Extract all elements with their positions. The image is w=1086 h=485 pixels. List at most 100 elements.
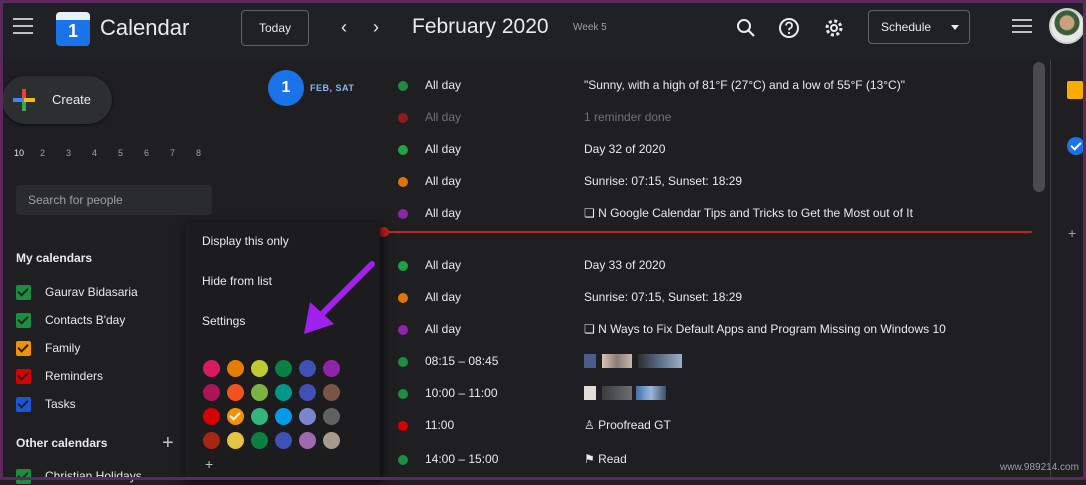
color-swatch[interactable] (251, 408, 268, 425)
event-row[interactable]: All day "Sunny, with a high of 81°F (27°… (396, 76, 1036, 96)
menu-item-hide-from-list[interactable]: Hide from list (202, 274, 272, 288)
mini-day[interactable]: 10 (14, 148, 40, 158)
color-swatch[interactable] (275, 360, 292, 377)
view-select[interactable]: Schedule (868, 10, 970, 44)
color-swatch[interactable] (227, 408, 244, 425)
event-row[interactable]: 10:00 – 11:00 (396, 384, 1036, 404)
apps-icon[interactable] (1012, 19, 1032, 35)
color-swatch[interactable] (275, 384, 292, 401)
chevron-right-icon[interactable]: › (367, 17, 385, 37)
event-row[interactable]: All day ❏ N Ways to Fix Default Apps and… (396, 320, 1036, 340)
hamburger-menu-icon[interactable] (13, 18, 33, 34)
color-swatch[interactable] (299, 384, 316, 401)
color-swatch[interactable] (323, 360, 340, 377)
checkbox[interactable] (16, 468, 31, 484)
checkbox[interactable] (16, 368, 31, 384)
get-addons-plus-icon[interactable]: + (1068, 225, 1076, 241)
mini-day[interactable]: 2 (40, 148, 66, 158)
color-swatch[interactable] (203, 408, 220, 425)
mini-day[interactable]: 6 (144, 148, 170, 158)
event-time: All day (425, 174, 462, 188)
calendar-logo-icon[interactable]: 1 (56, 12, 90, 46)
checkbox[interactable] (16, 312, 31, 328)
color-swatch[interactable] (323, 408, 340, 425)
checkbox[interactable] (16, 396, 31, 412)
other-calendars-title[interactable]: Other calendars (16, 436, 107, 450)
color-swatch[interactable] (323, 384, 340, 401)
menu-item-settings[interactable]: Settings (202, 314, 245, 328)
help-icon[interactable] (778, 17, 800, 39)
color-swatch[interactable] (227, 384, 244, 401)
color-swatch[interactable] (275, 432, 292, 449)
day-number[interactable]: 1 (268, 70, 304, 106)
event-row[interactable]: All day Sunrise: 07:15, Sunset: 18:29 (396, 288, 1036, 308)
color-swatch[interactable] (227, 432, 244, 449)
color-swatch[interactable] (299, 360, 316, 377)
color-swatch[interactable] (251, 360, 268, 377)
mini-day[interactable]: 3 (66, 148, 92, 158)
keep-icon[interactable] (1067, 81, 1083, 99)
event-row[interactable]: 14:00 – 15:00 ⚑ Read (396, 450, 1036, 470)
today-button[interactable]: Today (241, 10, 309, 46)
color-swatch[interactable] (251, 384, 268, 401)
color-swatch[interactable] (203, 384, 220, 401)
chevron-left-icon[interactable]: ‹ (335, 17, 353, 37)
search-icon[interactable] (735, 17, 757, 39)
create-button[interactable]: Create (2, 76, 112, 124)
calendar-item[interactable]: Christian Holidays (16, 467, 142, 485)
color-swatch[interactable] (299, 408, 316, 425)
event-row[interactable]: All day 1 reminder done (396, 108, 1036, 128)
checkbox[interactable] (16, 340, 31, 356)
tasks-icon[interactable] (1067, 137, 1085, 155)
color-swatch[interactable] (227, 360, 244, 377)
event-title: Sunrise: 07:15, Sunset: 18:29 (584, 290, 743, 304)
checkbox[interactable] (16, 284, 31, 300)
event-title: ⚑ Read (584, 452, 627, 466)
day-label[interactable]: FEB, SAT (310, 83, 354, 93)
event-color-dot (398, 145, 408, 155)
my-calendars-title[interactable]: My calendars (16, 251, 92, 265)
event-color-dot (398, 293, 408, 303)
event-time: All day (425, 78, 462, 92)
add-calendar-plus-icon[interactable]: + (162, 432, 174, 455)
redacted-block (584, 386, 596, 400)
avatar[interactable] (1049, 8, 1085, 44)
scrollbar[interactable] (1033, 62, 1045, 192)
event-row[interactable]: All day Day 33 of 2020 (396, 256, 1036, 276)
color-swatch[interactable] (299, 432, 316, 449)
top-app-bar: 1 Calendar Today ‹ › February 2020 Week … (0, 0, 1086, 60)
color-swatch[interactable] (251, 432, 268, 449)
event-title: ❏ N Google Calendar Tips and Tricks to G… (584, 206, 913, 220)
event-color-dot (398, 421, 408, 431)
calendar-item[interactable]: Gaurav Bidasaria (16, 283, 138, 301)
mini-day[interactable]: 8 (196, 148, 222, 158)
color-swatch[interactable] (203, 360, 220, 377)
event-row[interactable]: 08:15 – 08:45 (396, 352, 1036, 372)
event-title: Day 32 of 2020 (584, 142, 666, 156)
color-swatch[interactable] (323, 432, 340, 449)
calendar-item[interactable]: Family (16, 339, 80, 357)
event-row[interactable]: All day Day 32 of 2020 (396, 140, 1036, 160)
search-people-input[interactable]: Search for people (16, 185, 212, 215)
event-time: All day (425, 142, 462, 156)
redacted-block (584, 354, 596, 368)
event-row[interactable]: All day Sunrise: 07:15, Sunset: 18:29 (396, 172, 1036, 192)
menu-item-display-only[interactable]: Display this only (202, 234, 289, 248)
calendar-item[interactable]: Tasks (16, 395, 76, 413)
redacted-block (602, 386, 632, 400)
color-swatch[interactable] (203, 432, 220, 449)
color-swatch[interactable] (275, 408, 292, 425)
calendar-item[interactable]: Reminders (16, 367, 103, 385)
event-row[interactable]: All day ❏ N Google Calendar Tips and Tri… (396, 204, 1036, 224)
mini-day[interactable]: 5 (118, 148, 144, 158)
redacted-block (602, 354, 632, 368)
event-title: Day 33 of 2020 (584, 258, 666, 272)
gear-icon[interactable] (823, 17, 845, 39)
mini-day[interactable]: 4 (92, 148, 118, 158)
event-time: 11:00 (425, 418, 455, 432)
event-row[interactable]: 11:00 ♙ Proofread GT (396, 416, 1036, 436)
add-custom-color-plus-icon[interactable]: + (205, 456, 213, 472)
mini-day[interactable]: 7 (170, 148, 196, 158)
calendar-item[interactable]: Contacts B'day (16, 311, 125, 329)
create-label: Create (52, 92, 92, 107)
